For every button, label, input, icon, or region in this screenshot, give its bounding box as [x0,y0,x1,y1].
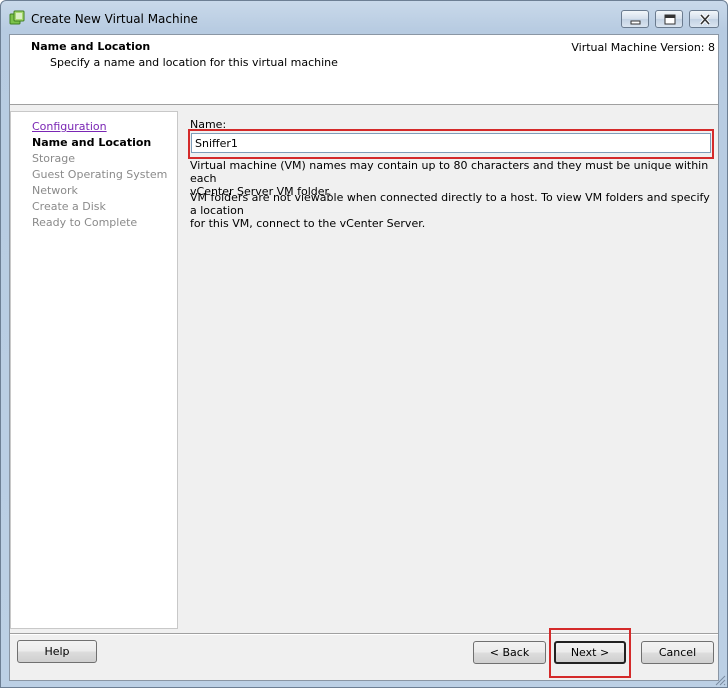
back-button[interactable]: < Back [473,641,546,664]
help-button[interactable]: Help [17,640,97,663]
nav-step-guest-os: Guest Operating System [32,168,168,181]
nav-step-configuration[interactable]: Configuration [32,120,107,133]
title-bar[interactable]: Create New Virtual Machine [1,1,727,35]
step-content-panel: Name: Virtual machine (VM) names may con… [182,111,718,629]
minimize-icon [630,20,641,25]
minimize-button[interactable] [621,10,649,28]
vm-folder-note-line-1: VM folders are not viewable when connect… [190,191,710,217]
vm-name-input[interactable] [191,133,711,153]
wizard-steps-nav: Configuration Name and Location Storage … [10,111,178,629]
resize-grip-icon[interactable] [714,674,726,686]
wizard-window: Create New Virtual Machine Name and Loca… [0,0,728,688]
nav-step-name-and-location: Name and Location [32,136,152,149]
vm-version-label: Virtual Machine Version: 8 [571,41,715,54]
step-subtitle: Specify a name and location for this vir… [50,56,338,69]
vm-folder-note-line-2: for this VM, connect to the vCenter Serv… [190,217,426,230]
vsphere-app-icon [9,10,25,26]
close-icon [699,13,711,26]
name-rules-line-1: Virtual machine (VM) names may contain u… [190,159,709,185]
step-title: Name and Location [31,40,151,53]
window-title: Create New Virtual Machine [31,12,198,26]
maximize-icon [664,14,676,25]
next-button[interactable]: Next > [554,641,626,664]
cancel-button[interactable]: Cancel [641,641,714,664]
name-field-label: Name: [190,118,227,131]
nav-step-storage: Storage [32,152,76,165]
close-button[interactable] [689,10,719,28]
nav-step-ready-to-complete: Ready to Complete [32,216,138,229]
footer-divider [10,633,718,635]
wizard-header: Name and Location Specify a name and loc… [10,35,718,105]
wizard-client-area: Name and Location Specify a name and loc… [9,34,719,681]
nav-step-create-disk: Create a Disk [32,200,106,213]
vm-folder-note-text: VM folders are not viewable when connect… [190,191,710,230]
nav-step-network: Network [32,184,78,197]
maximize-button[interactable] [655,10,683,28]
